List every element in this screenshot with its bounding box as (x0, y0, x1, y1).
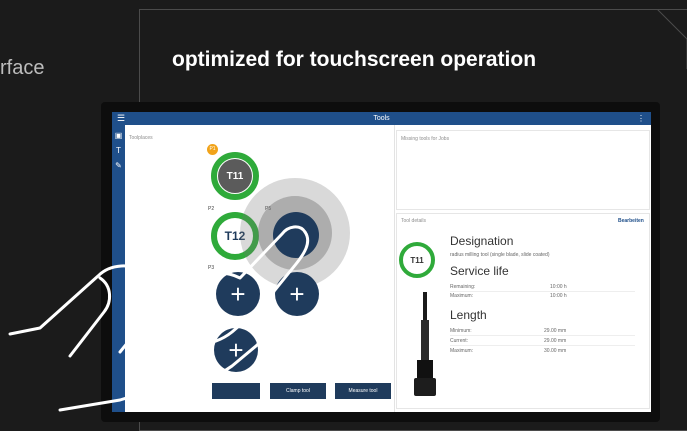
tool-icon[interactable]: T (112, 146, 125, 155)
app-titlebar: ☰ Tools ⋮ (112, 112, 651, 125)
minimum-label: Minimum: (450, 328, 472, 334)
current-value: 29.00 mm (544, 338, 567, 344)
edit-link[interactable]: Bearbeiten (618, 218, 644, 224)
length-maximum-value: 30.00 mm (544, 348, 567, 354)
remaining-value: 10:00 h (550, 284, 567, 290)
designation-value: radius milling tool (single blade, slide… (450, 252, 550, 258)
interface-text-fragment: rface (0, 57, 45, 79)
missing-tools-panel (396, 130, 650, 210)
length-heading: Length (450, 308, 487, 322)
missing-tools-label: Missing tools for Jobs (401, 136, 450, 142)
remaining-label: Remaining: (450, 284, 476, 290)
app-title: Tools (373, 115, 390, 122)
toolplaces-label: Toolplaces (129, 135, 153, 141)
length-maximum-label: Maximum: (450, 348, 474, 354)
clipboard-icon[interactable]: ▣ (112, 131, 125, 140)
more-options-icon[interactable]: ⋮ (637, 112, 645, 125)
p1-badge: P1 (207, 144, 218, 155)
service-life-heading: Service life (450, 264, 509, 278)
menu-icon[interactable]: ☰ (117, 112, 125, 125)
maximum-value: 10:00 h (550, 293, 567, 299)
designation-heading: Designation (450, 234, 514, 248)
row-divider (450, 345, 635, 346)
maximum-label: Maximum: (450, 293, 474, 299)
row-divider (450, 335, 635, 336)
frame-corner (655, 9, 687, 69)
row-divider (450, 291, 635, 292)
page-headline: optimized for touchscreen operation (172, 48, 537, 71)
minimum-value: 29.00 mm (544, 328, 567, 334)
current-label: Current: (450, 338, 469, 344)
pointing-hand-illustration (8, 225, 310, 412)
